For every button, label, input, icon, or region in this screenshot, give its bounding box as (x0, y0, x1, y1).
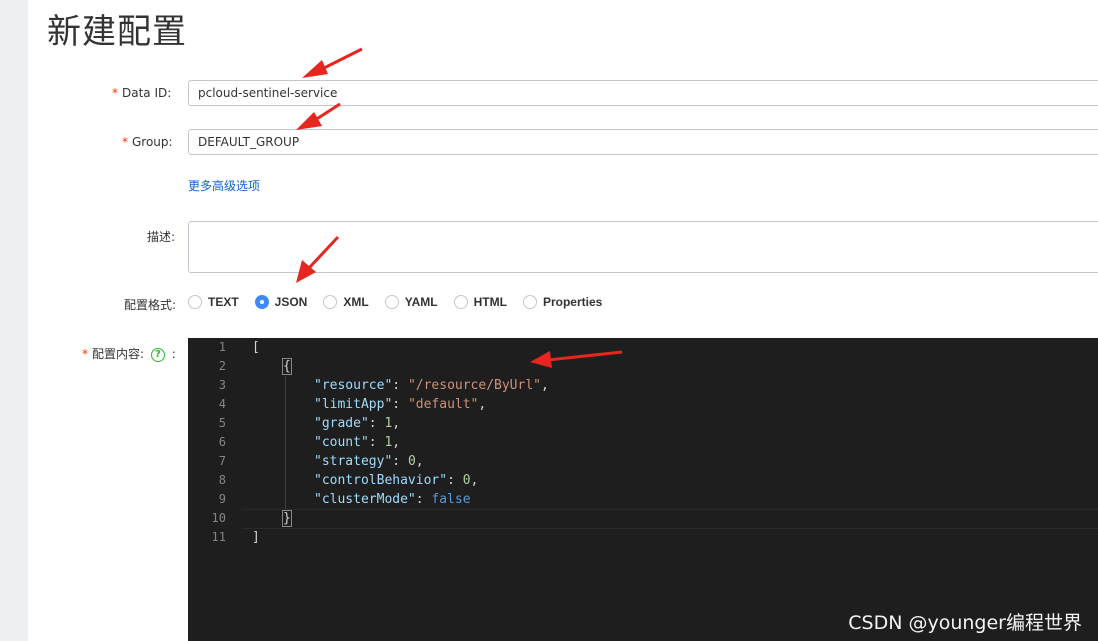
line-number: 9 (218, 492, 226, 506)
json-key: "resource" (314, 378, 393, 393)
json-value: false (431, 492, 471, 507)
data-id-label: * Data ID: (112, 86, 171, 100)
json-key: "grade" (314, 416, 369, 431)
description-textarea[interactable] (188, 221, 1098, 273)
arrow-icon (302, 47, 363, 78)
code-line: 9 "clusterMode": false (188, 490, 1098, 509)
code-line: 5 "grade": 1, (188, 414, 1098, 433)
code-line: 6 "count": 1, (188, 433, 1098, 452)
json-key: "controlBehavior" (314, 473, 448, 488)
json-value: 0 (407, 454, 416, 469)
content-label: * 配置内容: ? : (82, 345, 176, 362)
radio-label: TEXT (208, 295, 239, 309)
content-label-text: 配置内容: (92, 347, 145, 361)
code-line: 2 { (188, 357, 1098, 376)
json-value: "/resource/ByUrl" (407, 378, 541, 393)
code-line: 8 "controlBehavior": 0, (188, 471, 1098, 490)
format-option-yaml[interactable]: YAML (384, 295, 438, 309)
radio-circle[interactable] (453, 295, 468, 309)
json-key: "limitApp" (314, 397, 393, 412)
group-input[interactable]: DEFAULT_GROUP (188, 129, 1098, 155)
line-number: 8 (218, 473, 226, 487)
format-option-html[interactable]: HTML (453, 295, 507, 309)
code-text: } (282, 510, 292, 527)
data-id-label-text: Data ID: (122, 86, 172, 100)
left-sidebar-strip (0, 0, 28, 641)
required-marker: * (82, 347, 88, 361)
radio-circle[interactable] (188, 295, 202, 309)
group-label-text: Group: (132, 135, 173, 149)
radio-label: YAML (404, 295, 438, 309)
line-number: 3 (218, 378, 226, 392)
format-label: 配置格式: (124, 298, 177, 312)
json-value: "default" (407, 397, 479, 412)
radio-circle[interactable] (522, 295, 537, 309)
code-text: [ (252, 340, 260, 355)
format-radio-group: TEXT JSON XML YAML HTML Properties (188, 293, 618, 311)
code-line: 10 } (188, 509, 1098, 528)
radio-label: JSON (274, 295, 308, 309)
data-id-input[interactable]: pcloud-sentinel-service (188, 80, 1098, 106)
radio-label: HTML (473, 295, 507, 309)
watermark: CSDN @younger编程世界 (848, 612, 1082, 634)
line-number: 2 (218, 359, 226, 373)
radio-label: XML (343, 295, 369, 309)
format-option-json[interactable]: JSON (254, 295, 308, 309)
line-number: 10 (211, 511, 226, 525)
format-option-text[interactable]: TEXT (188, 295, 239, 309)
code-line: 11 ] (188, 528, 1098, 547)
code-line: 4 "limitApp": "default", (188, 395, 1098, 414)
required-marker: * (122, 135, 128, 149)
format-option-xml[interactable]: XML (323, 295, 369, 309)
question-circle-icon[interactable]: ? (150, 347, 165, 362)
json-key: "clusterMode" (314, 492, 416, 507)
page-title: 新建配置 (47, 12, 187, 52)
code-line: 3 "resource": "/resource/ByUrl", (188, 376, 1098, 395)
code-text: { (282, 358, 292, 375)
line-number: 5 (218, 416, 226, 430)
line-number: 7 (218, 454, 226, 468)
radio-label: Properties (542, 295, 603, 309)
required-marker: * (112, 86, 118, 100)
line-number: 6 (218, 435, 226, 449)
code-line: 7 "strategy": 0, (188, 452, 1098, 471)
format-option-properties[interactable]: Properties (522, 295, 603, 309)
radio-circle[interactable] (323, 295, 338, 309)
line-number: 11 (211, 530, 226, 544)
description-label: 描述: (147, 230, 176, 244)
line-number: 1 (218, 340, 226, 354)
json-value: 0 (462, 473, 471, 488)
code-line: 1 [ (188, 338, 1098, 357)
code-text: ] (252, 530, 260, 545)
json-key: "strategy" (314, 454, 393, 469)
line-number: 4 (218, 397, 226, 411)
content-label-suffix: : (171, 347, 176, 361)
json-key: "count" (314, 435, 369, 450)
advanced-options-link[interactable]: 更多高级选项 (188, 177, 260, 194)
radio-circle[interactable] (384, 295, 399, 309)
code-editor[interactable]: 1 [ 2 { 3 "resource": "/resource/ByUrl",… (188, 338, 1098, 641)
arrow-icon (296, 102, 341, 130)
group-label: * Group: (122, 135, 173, 149)
radio-circle-checked[interactable] (254, 295, 269, 309)
